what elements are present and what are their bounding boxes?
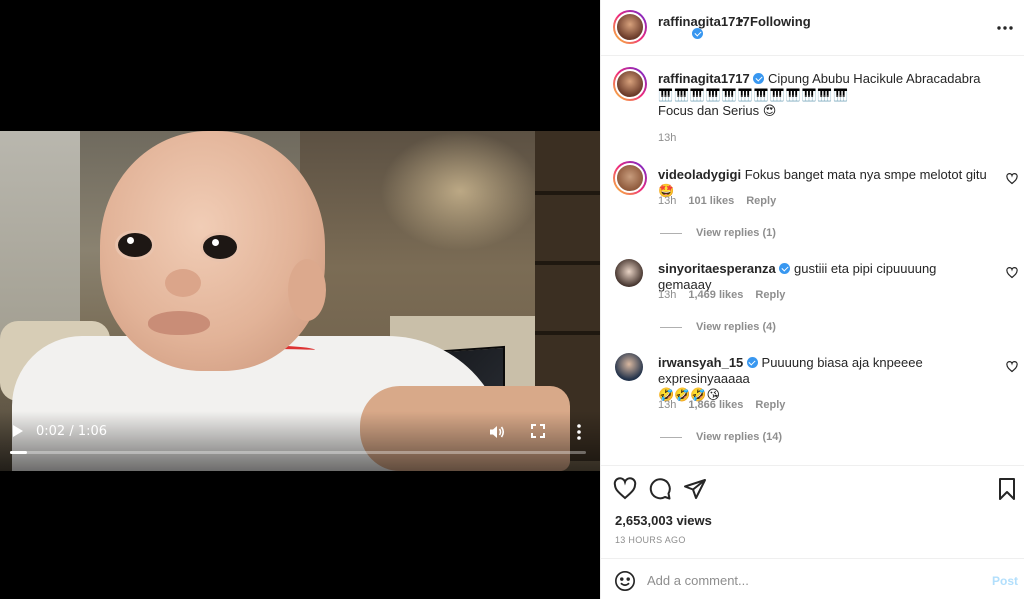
heart-icon[interactable] bbox=[1006, 173, 1018, 185]
volume-icon[interactable] bbox=[488, 423, 506, 441]
avatar[interactable] bbox=[613, 67, 647, 101]
header-username[interactable]: raffinagita1717 bbox=[658, 14, 750, 29]
video-scene-shelf-board bbox=[535, 261, 600, 265]
fullscreen-icon[interactable] bbox=[530, 423, 546, 439]
avatar[interactable] bbox=[613, 161, 647, 195]
comments-list: raffinagita1717 Cipung Abubu Hacikule Ab… bbox=[601, 57, 1024, 465]
post-time-ago: 13 HOURS AGO bbox=[615, 535, 686, 545]
comment-time: 13h bbox=[658, 399, 677, 411]
emoji-icon[interactable] bbox=[614, 570, 636, 592]
view-replies-button[interactable]: View replies (1) bbox=[660, 227, 776, 239]
post-side-panel: raffinagita1717 • Following raffinagita1… bbox=[600, 0, 1024, 599]
comment-likes[interactable]: 101 likes bbox=[688, 195, 734, 207]
video-time-label: 0:02 / 1:06 bbox=[36, 424, 108, 439]
caption-time: 13h bbox=[658, 132, 677, 144]
video-scene-eye bbox=[203, 235, 237, 259]
header-separator-dot: • bbox=[739, 13, 744, 28]
comment-meta: 13h 101 likes Reply bbox=[658, 195, 776, 207]
comment-item: videoladygigi Fokus banget mata nya smpe… bbox=[601, 161, 1024, 251]
more-options-icon[interactable] bbox=[995, 18, 1015, 38]
caption-text: Cipung Abubu Hacikule Abracadabra bbox=[768, 71, 981, 86]
comment-input[interactable] bbox=[647, 569, 967, 591]
play-icon[interactable] bbox=[10, 423, 26, 439]
comment-meta: 13h 1,469 likes Reply bbox=[658, 289, 785, 301]
comment-username[interactable]: videoladygigi bbox=[658, 167, 741, 182]
post-button[interactable]: Post bbox=[992, 574, 1018, 588]
comment-icon[interactable] bbox=[648, 477, 672, 501]
post-caption: raffinagita1717 Cipung Abubu Hacikule Ab… bbox=[601, 67, 1024, 157]
verified-icon bbox=[779, 263, 791, 274]
comment-item: sinyoritaesperanza gustiii eta pipi cipu… bbox=[601, 255, 1024, 345]
video-scene-eye bbox=[118, 233, 152, 257]
video-scene-mouth bbox=[148, 311, 210, 335]
reply-button[interactable]: Reply bbox=[755, 399, 785, 411]
video-controls: 0:02 / 1:06 bbox=[0, 411, 600, 471]
comment-likes[interactable]: 1,866 likes bbox=[688, 399, 743, 411]
views-count[interactable]: 2,653,003 views bbox=[615, 513, 712, 528]
avatar[interactable] bbox=[615, 259, 643, 287]
verified-icon bbox=[692, 28, 703, 39]
post-header: raffinagita1717 • Following bbox=[601, 0, 1024, 56]
bookmark-icon[interactable] bbox=[995, 477, 1019, 501]
caption-username[interactable]: raffinagita1717 bbox=[658, 71, 750, 86]
video-scene-baby-ear bbox=[288, 259, 326, 321]
following-button[interactable]: Following bbox=[750, 14, 811, 29]
video-scene-lamp bbox=[380, 131, 540, 251]
caption-emoji-line: 🎹🎹🎹🎹🎹🎹🎹🎹🎹🎹🎹🎹 bbox=[658, 88, 850, 102]
avatar[interactable] bbox=[615, 353, 643, 381]
video-scene-nose bbox=[165, 269, 201, 297]
comment-meta: 13h 1,866 likes Reply bbox=[658, 399, 785, 411]
avatar[interactable] bbox=[613, 10, 647, 44]
view-replies-button[interactable]: View replies (14) bbox=[660, 431, 782, 443]
share-icon[interactable] bbox=[683, 477, 707, 501]
comment-username[interactable]: irwansyah_15 bbox=[658, 355, 743, 370]
comment-time: 13h bbox=[658, 289, 677, 301]
heart-icon[interactable] bbox=[613, 477, 637, 501]
heart-icon[interactable] bbox=[1006, 361, 1018, 373]
comment-username[interactable]: sinyoritaesperanza bbox=[658, 261, 776, 276]
comment-time: 13h bbox=[658, 195, 677, 207]
view-replies-button[interactable]: View replies (4) bbox=[660, 321, 776, 333]
post-actions: 2,653,003 views 13 HOURS AGO bbox=[601, 465, 1024, 558]
heart-icon[interactable] bbox=[1006, 267, 1018, 279]
add-comment-bar: Post bbox=[601, 558, 1024, 599]
reply-button[interactable]: Reply bbox=[755, 289, 785, 301]
video-progress-fill bbox=[10, 451, 28, 454]
video-scene-shelf-board bbox=[535, 191, 600, 195]
more-vertical-icon[interactable] bbox=[575, 423, 583, 441]
caption-text: Focus dan Serius 😍 bbox=[658, 103, 777, 118]
verified-icon bbox=[746, 357, 758, 368]
verified-icon bbox=[753, 73, 765, 84]
video-pane: 0:02 / 1:06 bbox=[0, 0, 600, 599]
video-progress-bar[interactable] bbox=[10, 451, 586, 454]
comment-item: irwansyah_15 Puuuung biasa aja knpeeee e… bbox=[601, 349, 1024, 459]
video-scene-shelf-board bbox=[535, 331, 600, 335]
comment-likes[interactable]: 1,469 likes bbox=[688, 289, 743, 301]
reply-button[interactable]: Reply bbox=[746, 195, 776, 207]
